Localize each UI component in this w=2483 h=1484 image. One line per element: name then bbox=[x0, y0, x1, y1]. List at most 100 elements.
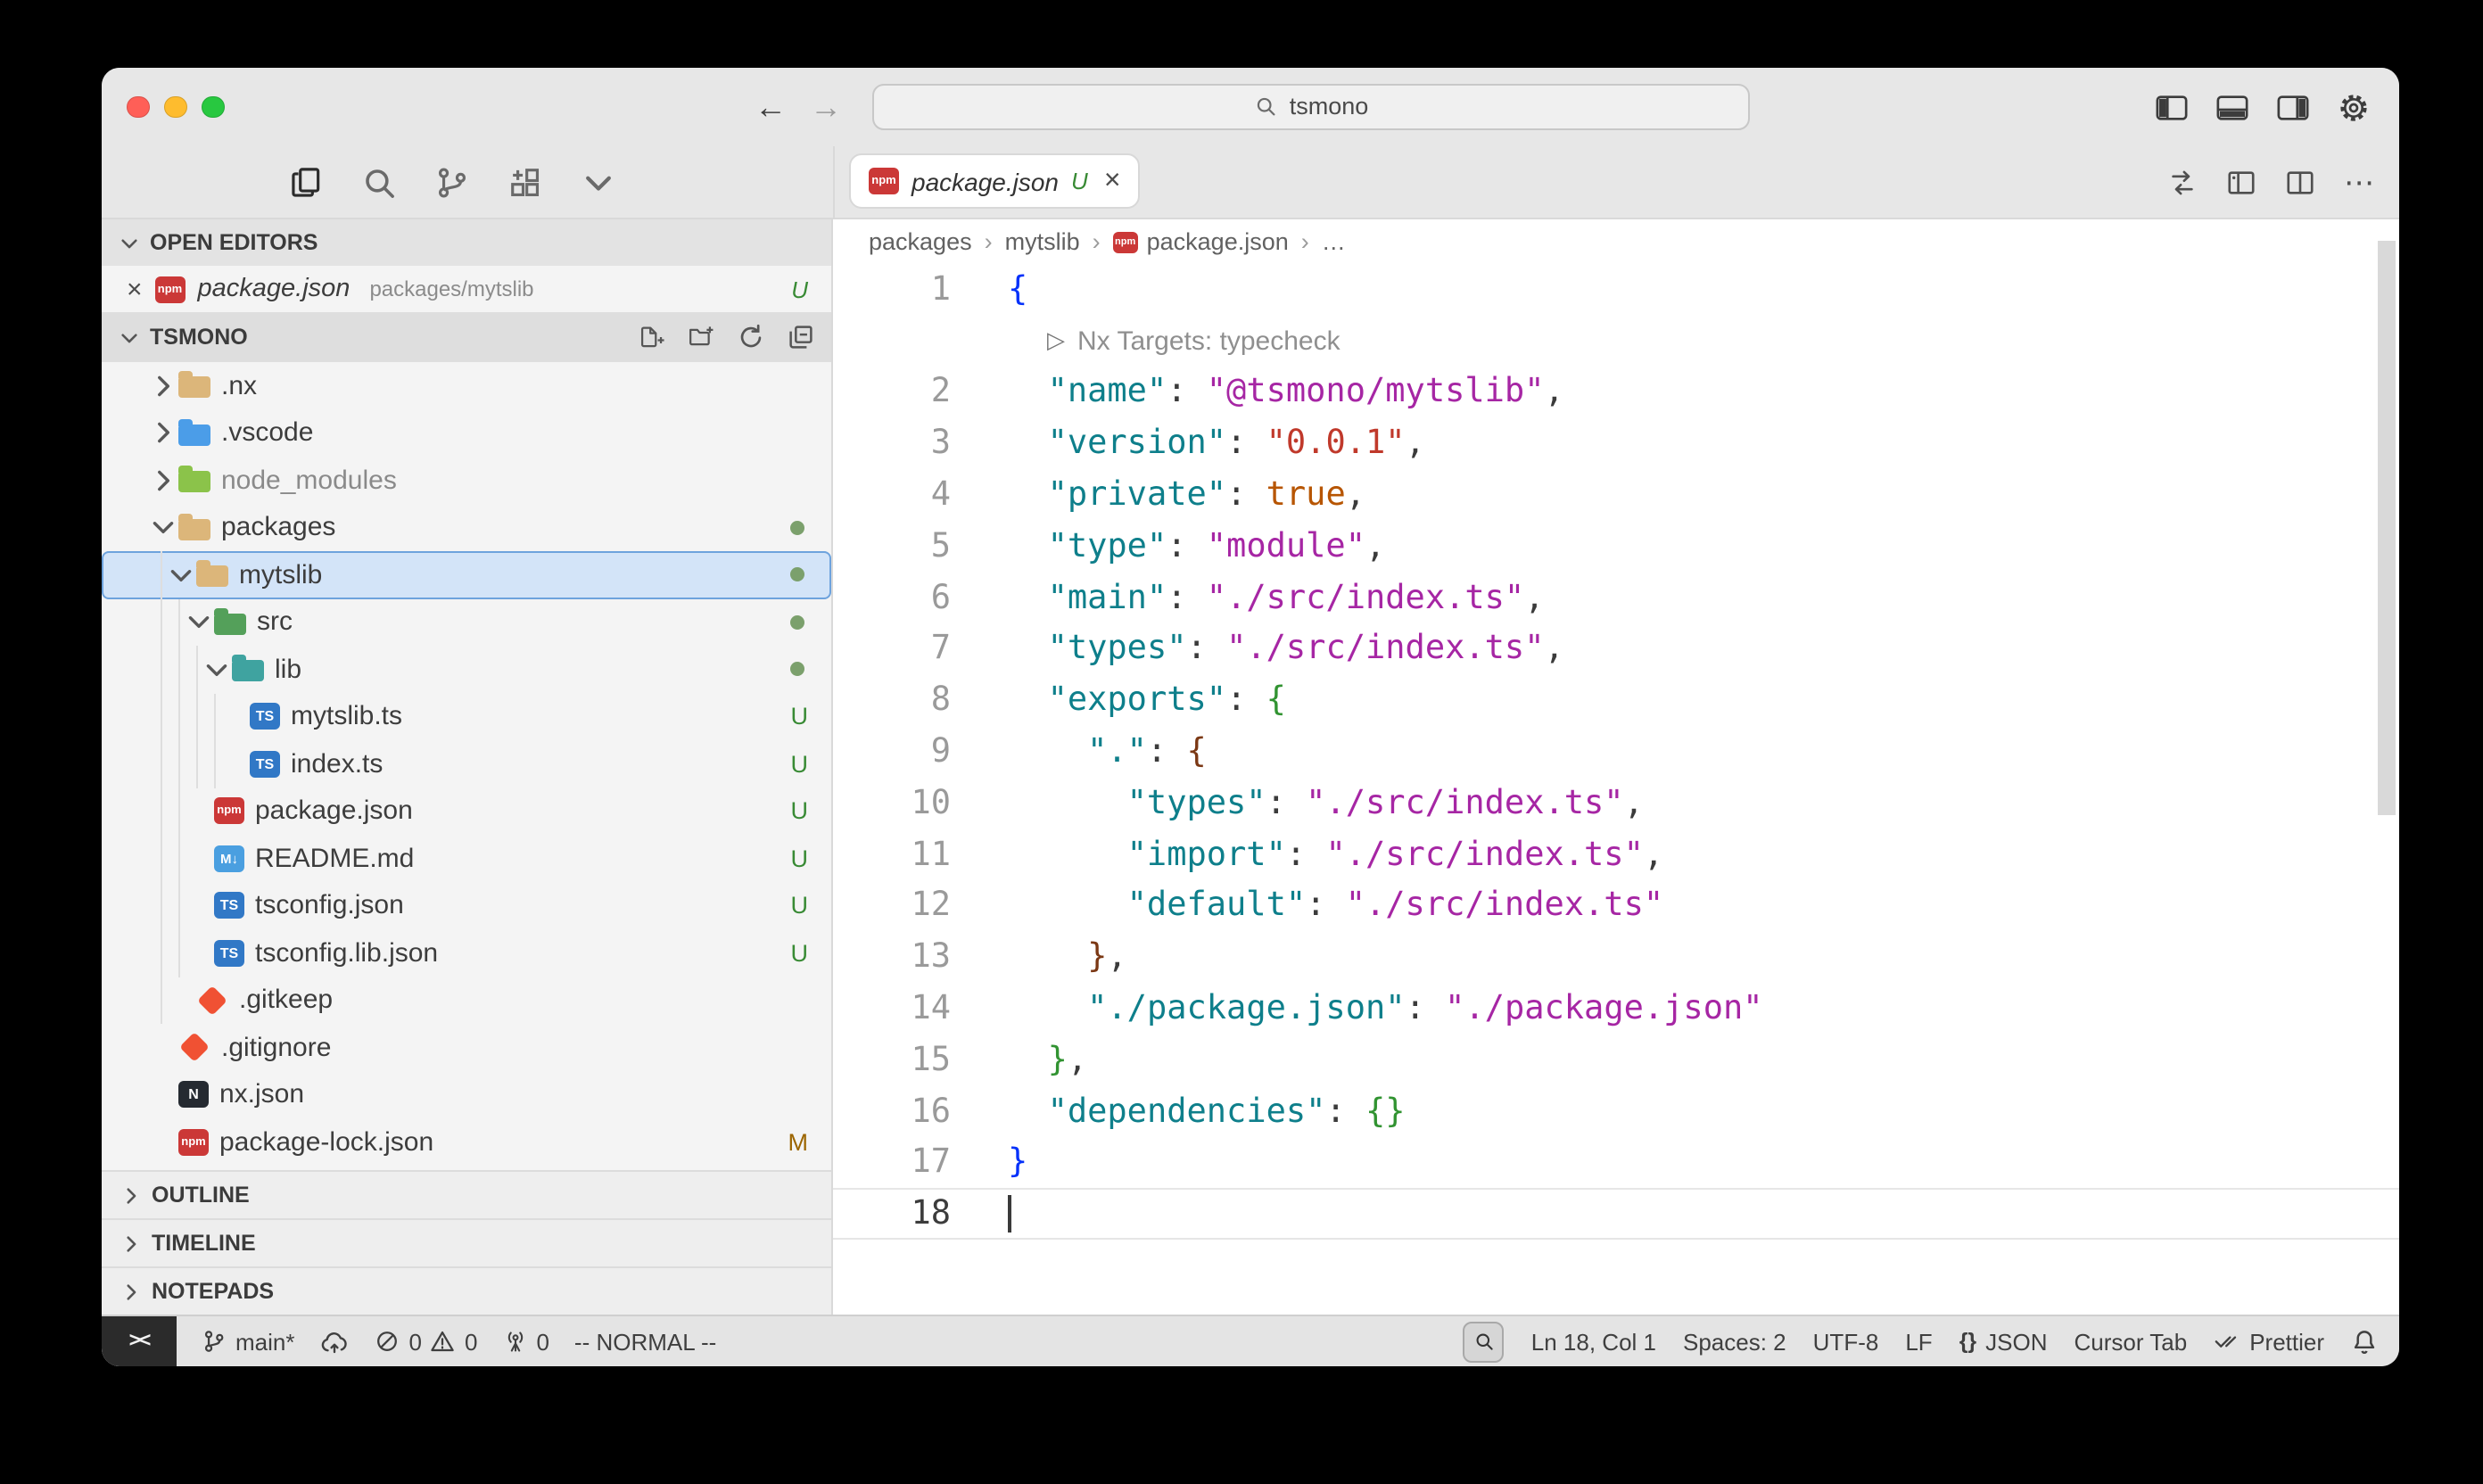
back-arrow-icon[interactable]: ← bbox=[755, 88, 787, 126]
settings-gear-icon[interactable] bbox=[2337, 90, 2371, 124]
file-label: index.ts bbox=[291, 749, 383, 779]
section-title: TIMELINE bbox=[152, 1231, 256, 1256]
scrollbar-thumb[interactable] bbox=[2378, 241, 2396, 815]
remote-indicator[interactable]: >< bbox=[102, 1316, 177, 1366]
toggle-secondary-sidebar-icon[interactable] bbox=[2276, 90, 2310, 124]
formatter-prettier[interactable]: Prettier bbox=[2214, 1328, 2324, 1355]
chevron-down-icon[interactable] bbox=[202, 655, 232, 685]
publish-changes[interactable] bbox=[320, 1328, 351, 1355]
git-file-icon bbox=[179, 1033, 210, 1063]
file-package-lock-json[interactable]: npmpackage-lock.jsonM bbox=[102, 1118, 831, 1166]
file-label: .gitignore bbox=[221, 1033, 331, 1063]
file-gitignore[interactable]: .gitignore bbox=[102, 1024, 831, 1071]
sidebar-section-timeline[interactable]: TIMELINE bbox=[102, 1218, 831, 1266]
minimize-window-button[interactable] bbox=[164, 96, 186, 119]
indentation[interactable]: Spaces: 2 bbox=[1683, 1328, 1786, 1355]
line-number: 8 bbox=[833, 682, 951, 720]
indent-guide bbox=[161, 551, 162, 598]
code-line-15: 15 }, bbox=[833, 1035, 2399, 1086]
code-line-4: 4 "private": true, bbox=[833, 469, 2399, 521]
activity-more-icon[interactable] bbox=[580, 163, 617, 201]
chevron-right-icon[interactable] bbox=[148, 466, 178, 496]
file-nx-json[interactable]: Nnx.json bbox=[102, 1071, 831, 1118]
file-node-modules[interactable]: node_modules bbox=[102, 457, 831, 504]
file-label: src bbox=[257, 607, 293, 638]
eol[interactable]: LF bbox=[1905, 1328, 1932, 1355]
line-number: 5 bbox=[833, 528, 951, 565]
encoding[interactable]: UTF-8 bbox=[1813, 1328, 1879, 1355]
breadcrumb-item-more[interactable]: … bbox=[1322, 228, 1346, 255]
forward-arrow-icon[interactable]: → bbox=[810, 88, 842, 126]
workspace-header[interactable]: TSMONO bbox=[102, 312, 831, 362]
codelens-nx-targets[interactable]: ▷Nx Targets: typecheck bbox=[1008, 326, 1340, 356]
indent-guide bbox=[196, 646, 198, 693]
file-tsconfig-lib-json[interactable]: TStsconfig.lib.jsonU bbox=[102, 929, 831, 977]
code-area[interactable]: 1{▷Nx Targets: typecheck2 "name": "@tsmo… bbox=[833, 264, 2399, 1240]
split-editor-icon[interactable] bbox=[2285, 167, 2315, 197]
indent-guide bbox=[161, 693, 162, 740]
file-readme-md[interactable]: M↓README.mdU bbox=[102, 835, 831, 882]
new-folder-icon[interactable] bbox=[687, 323, 715, 351]
collapse-all-icon[interactable] bbox=[787, 323, 815, 351]
cursor-position[interactable]: Ln 18, Col 1 bbox=[1531, 1328, 1656, 1355]
breadcrumb-item-packages[interactable]: packages bbox=[869, 228, 972, 255]
file-package-json[interactable]: npmpackage.jsonU bbox=[102, 787, 831, 835]
file-nx[interactable]: .nx bbox=[102, 362, 831, 409]
run-icon: ▷ bbox=[1047, 326, 1065, 355]
problems[interactable]: 00 bbox=[375, 1328, 478, 1355]
command-center[interactable]: tsmono bbox=[872, 83, 1750, 129]
sidebar-section-outline[interactable]: OUTLINE bbox=[102, 1170, 831, 1218]
git-branch[interactable]: main* bbox=[202, 1328, 295, 1355]
close-window-button[interactable] bbox=[127, 96, 149, 119]
status-text: UTF-8 bbox=[1813, 1328, 1879, 1355]
sidebar-section-notepads[interactable]: NOTEPADS bbox=[102, 1266, 831, 1315]
breadcrumb-item-mytslib[interactable]: mytslib bbox=[1005, 228, 1080, 255]
file-vscode[interactable]: .vscode bbox=[102, 409, 831, 457]
maximize-window-button[interactable] bbox=[202, 96, 224, 119]
chevron-right-icon[interactable] bbox=[148, 418, 178, 449]
file-label: .nx bbox=[221, 371, 257, 401]
file-index-ts[interactable]: TSindex.tsU bbox=[102, 740, 831, 787]
npm-file-icon: npm bbox=[1113, 231, 1138, 252]
more-actions-icon[interactable]: ⋯ bbox=[2344, 167, 2374, 197]
tab-close-icon[interactable]: × bbox=[1104, 165, 1121, 197]
cursor-tab[interactable]: Cursor Tab bbox=[2075, 1328, 2188, 1355]
refresh-icon[interactable] bbox=[737, 323, 765, 351]
toggle-sidebar-icon[interactable] bbox=[2155, 90, 2189, 124]
chevron-down-icon[interactable] bbox=[166, 560, 196, 590]
file-gitkeep[interactable]: .gitkeep bbox=[102, 977, 831, 1024]
vim-mode[interactable]: -- NORMAL -- bbox=[574, 1328, 716, 1355]
zoom-indicator[interactable] bbox=[1464, 1321, 1505, 1362]
open-changes-icon[interactable] bbox=[2167, 167, 2198, 197]
npm-file-icon: npm bbox=[214, 798, 244, 825]
chevron-right-icon[interactable] bbox=[148, 371, 178, 401]
braces-icon: {} bbox=[1959, 1329, 1976, 1354]
tab-package-json[interactable]: npm package.json U × bbox=[849, 153, 1141, 209]
close-editor-icon[interactable]: × bbox=[127, 274, 143, 304]
open-editors-header[interactable]: OPEN EDITORS bbox=[102, 219, 831, 266]
line-number: 13 bbox=[833, 939, 951, 977]
file-mytslib[interactable]: mytslib bbox=[102, 551, 831, 598]
open-editor-item[interactable]: × npm package.json packages/mytslib U bbox=[102, 266, 831, 312]
file-lib[interactable]: lib bbox=[102, 646, 831, 693]
file-label: .vscode bbox=[221, 418, 313, 449]
open-preview-icon[interactable] bbox=[2226, 167, 2256, 197]
language-mode[interactable]: {}JSON bbox=[1959, 1328, 2048, 1355]
indent-guide bbox=[178, 693, 180, 740]
file-tsconfig-json[interactable]: TStsconfig.jsonU bbox=[102, 882, 831, 929]
chevron-down-icon[interactable] bbox=[148, 513, 178, 543]
toggle-panel-icon[interactable] bbox=[2215, 90, 2249, 124]
activity-extensions-icon[interactable] bbox=[507, 163, 544, 201]
file-src[interactable]: src bbox=[102, 598, 831, 646]
activity-explorer-icon[interactable] bbox=[287, 163, 325, 201]
line-content: "types": "./src/index.ts", bbox=[1008, 631, 1564, 668]
file-mytslib-ts[interactable]: TSmytslib.tsU bbox=[102, 693, 831, 740]
new-file-icon[interactable] bbox=[637, 323, 665, 351]
activity-search-icon[interactable] bbox=[360, 163, 398, 201]
breadcrumb-item-package-json[interactable]: npmpackage.json bbox=[1113, 228, 1289, 255]
activity-source-control-icon[interactable] bbox=[433, 163, 471, 201]
chevron-down-icon[interactable] bbox=[184, 607, 214, 638]
ports[interactable]: 0 bbox=[502, 1328, 549, 1355]
file-packages[interactable]: packages bbox=[102, 504, 831, 551]
notifications[interactable] bbox=[2351, 1328, 2378, 1355]
